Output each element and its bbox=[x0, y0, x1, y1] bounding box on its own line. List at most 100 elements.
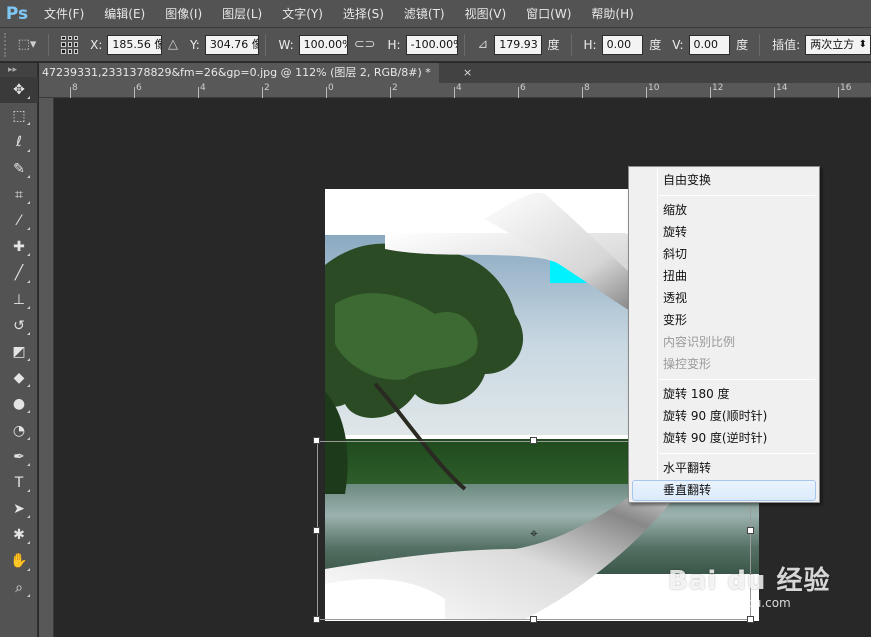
history-brush-tool-icon[interactable]: ↺ bbox=[0, 313, 38, 339]
ruler-major-tick bbox=[454, 87, 455, 98]
ruler-tick-label: 8 bbox=[72, 83, 78, 93]
menu-window[interactable]: 窗口(W) bbox=[516, 5, 581, 22]
watermark-url-text: jingyan.baidu.com bbox=[680, 596, 791, 610]
eyedropper-tool-icon[interactable]: ⁄ bbox=[0, 208, 38, 234]
quick-selection-tool-icon[interactable]: ✎ bbox=[0, 156, 38, 182]
shape-tool-icon[interactable]: ✱ bbox=[0, 522, 38, 548]
lasso-tool-icon[interactable]: ℓ bbox=[0, 129, 38, 155]
crop-tool-icon[interactable]: ⌗ bbox=[0, 182, 38, 208]
close-icon[interactable]: × bbox=[463, 66, 472, 79]
transform-handle-top-left[interactable] bbox=[313, 437, 320, 444]
ruler-tick-label: 6 bbox=[136, 83, 142, 93]
brush-tool-icon[interactable]: ╱ bbox=[0, 260, 38, 286]
divider bbox=[464, 33, 466, 56]
hand-tool-icon[interactable]: ✋ bbox=[0, 548, 38, 574]
menu-item-warp[interactable]: 变形 bbox=[632, 310, 816, 331]
blur-tool-icon[interactable]: ● bbox=[0, 391, 38, 417]
horizontal-skew-field[interactable]: 0.00 bbox=[601, 34, 644, 55]
transform-handle-middle-right[interactable] bbox=[747, 527, 754, 534]
clone-stamp-tool-icon[interactable]: ⊥ bbox=[0, 287, 38, 313]
transform-center-point-icon[interactable]: ⌖ bbox=[530, 526, 538, 542]
marquee-tool-icon[interactable]: ⬚ bbox=[0, 103, 38, 129]
vertical-ruler bbox=[39, 98, 54, 637]
eraser-tool-icon[interactable]: ◩ bbox=[0, 339, 38, 365]
move-tool-icon[interactable]: ✥ bbox=[0, 77, 38, 104]
height-scale-field[interactable]: -100.00% bbox=[405, 34, 459, 55]
transform-handle-bottom-center[interactable] bbox=[530, 616, 537, 623]
width-scale-field[interactable]: 100.00% bbox=[298, 34, 348, 55]
reference-point-grid[interactable] bbox=[61, 35, 79, 54]
menu-item-scale[interactable]: 缩放 bbox=[632, 200, 816, 221]
menu-type[interactable]: 文字(Y) bbox=[272, 5, 333, 22]
chevron-updown-icon: ⬍ bbox=[858, 38, 867, 50]
menu-view[interactable]: 视图(V) bbox=[455, 5, 517, 22]
divider bbox=[759, 33, 761, 56]
paint-bucket-tool-icon[interactable]: ◆ bbox=[0, 365, 38, 391]
y-label: Y: bbox=[190, 37, 200, 52]
menu-item-rotate-90-ccw[interactable]: 旋转 90 度(逆时针) bbox=[632, 428, 816, 449]
ruler-tick-label: 12 bbox=[712, 83, 724, 93]
photoshop-logo: Ps bbox=[5, 3, 29, 24]
ruler-tick-label: 4 bbox=[456, 83, 462, 93]
menu-item-rotate-90-cw[interactable]: 旋转 90 度(顺时针) bbox=[632, 406, 816, 427]
relative-position-icon[interactable]: △ bbox=[168, 37, 178, 52]
menu-item-distort[interactable]: 扭曲 bbox=[632, 266, 816, 287]
interpolation-value: 两次立方 bbox=[810, 37, 855, 51]
ruler-major-tick bbox=[774, 87, 775, 98]
interpolation-label: 插值: bbox=[772, 38, 801, 52]
transform-handle-bottom-left[interactable] bbox=[313, 616, 320, 623]
menu-bar: Ps 文件(F) 编辑(E) 图像(I) 图层(L) 文字(Y) 选择(S) 滤… bbox=[0, 0, 871, 28]
angle-icon: ⊿ bbox=[477, 37, 489, 52]
vertical-skew-field[interactable]: 0.00 bbox=[688, 34, 731, 55]
menu-image[interactable]: 图像(I) bbox=[155, 5, 212, 22]
menu-item-rotate-180[interactable]: 旋转 180 度 bbox=[632, 384, 816, 405]
ruler-tick-label: 14 bbox=[776, 83, 788, 93]
ruler-tick-label: 8 bbox=[584, 83, 590, 93]
rotation-angle-field[interactable]: 179.93 bbox=[494, 34, 542, 55]
skew-v-label: V: bbox=[672, 37, 684, 52]
transform-preset-icon[interactable]: ⬚▾ bbox=[18, 37, 37, 52]
tools-panel-collapse[interactable]: ▸▸ bbox=[0, 63, 37, 77]
menu-edit[interactable]: 编辑(E) bbox=[94, 5, 155, 22]
ruler-major-tick bbox=[134, 87, 135, 98]
document-tab[interactable]: 47239331,2331378829&fm=26&gp=0.jpg @ 112… bbox=[39, 63, 439, 83]
menu-item-puppet-warp: 操控变形 bbox=[663, 357, 712, 371]
dodge-tool-icon[interactable]: ◔ bbox=[0, 417, 38, 443]
ruler-major-tick bbox=[646, 87, 647, 98]
ruler-tick-label: 16 bbox=[840, 83, 852, 93]
link-icon[interactable]: ⊂⊃ bbox=[354, 37, 376, 52]
menu-item-rotate[interactable]: 旋转 bbox=[632, 222, 816, 243]
path-selection-tool-icon[interactable]: ➤ bbox=[0, 496, 38, 522]
menu-item-flip-horizontal[interactable]: 水平翻转 bbox=[632, 458, 816, 479]
menu-item-flip-vertical[interactable]: 垂直翻转 bbox=[632, 480, 816, 501]
transform-handle-top-center[interactable] bbox=[530, 437, 537, 444]
pen-tool-icon[interactable]: ✒ bbox=[0, 444, 38, 470]
menu-item-skew[interactable]: 斜切 bbox=[632, 244, 816, 265]
options-bar: ⬚▾ X: 185.56 像素 △ Y: 304.76 像素 W: 100.00… bbox=[0, 28, 871, 62]
interpolation-select[interactable]: 两次立方 ⬍ bbox=[805, 34, 871, 55]
menu-item-free-transform[interactable]: 自由变换 bbox=[632, 170, 816, 191]
menu-separator bbox=[659, 379, 815, 380]
ruler-tick-label: 0 bbox=[328, 83, 334, 93]
zoom-tool-icon[interactable]: ⌕ bbox=[0, 575, 38, 601]
ruler-tick-label: 10 bbox=[648, 83, 660, 93]
baidu-watermark: Bai du 经验 jingyan.baidu.com bbox=[668, 548, 868, 628]
y-position-field[interactable]: 304.76 像素 bbox=[204, 34, 260, 55]
type-tool-icon[interactable]: T bbox=[0, 470, 38, 496]
menu-item-perspective[interactable]: 透视 bbox=[632, 288, 816, 309]
transform-handle-middle-left[interactable] bbox=[313, 527, 320, 534]
ruler-major-tick bbox=[838, 87, 839, 98]
x-position-field[interactable]: 185.56 像素 bbox=[107, 34, 163, 55]
degree-unit: 度 bbox=[547, 38, 560, 52]
ruler-major-tick bbox=[262, 87, 263, 98]
menu-file[interactable]: 文件(F) bbox=[34, 5, 94, 22]
ruler-major-tick bbox=[582, 87, 583, 98]
options-bar-grip[interactable] bbox=[4, 32, 12, 57]
ruler-tick-label: 2 bbox=[264, 83, 270, 93]
menu-select[interactable]: 选择(S) bbox=[333, 5, 394, 22]
menu-layer[interactable]: 图层(L) bbox=[212, 5, 272, 22]
ruler-major-tick bbox=[710, 87, 711, 98]
menu-filter[interactable]: 滤镜(T) bbox=[394, 5, 455, 22]
healing-brush-tool-icon[interactable]: ✚ bbox=[0, 234, 38, 260]
menu-help[interactable]: 帮助(H) bbox=[581, 5, 643, 22]
